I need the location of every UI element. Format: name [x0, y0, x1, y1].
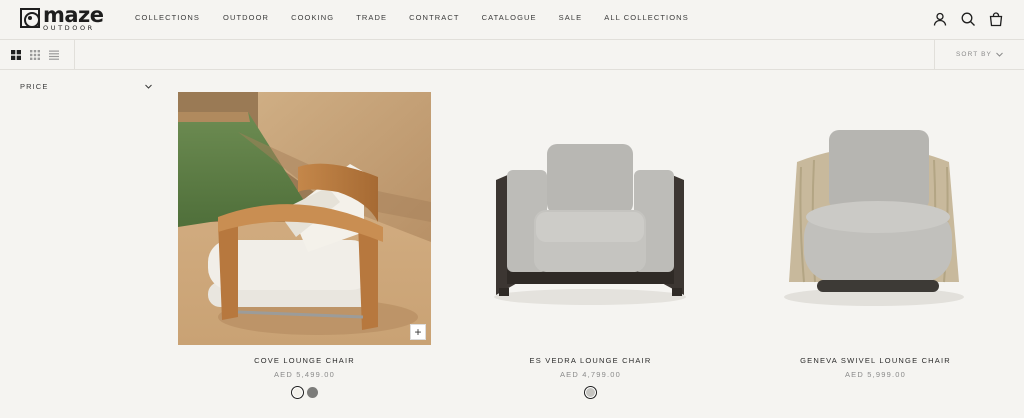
sort-label: SORT BY — [956, 51, 992, 58]
product-image[interactable] — [464, 92, 717, 345]
nav-item-cooking[interactable]: COOKING — [291, 13, 334, 22]
main-nav: COLLECTIONS OUTDOOR COOKING TRADE CONTRA… — [135, 13, 689, 22]
color-swatches — [178, 387, 431, 398]
product-image[interactable]: + — [178, 92, 431, 345]
chevron-down-icon — [145, 84, 152, 89]
brand-name: maze — [43, 3, 104, 27]
sort-dropdown[interactable]: SORT BY — [934, 40, 1024, 69]
product-name[interactable]: COVE LOUNGE CHAIR — [178, 356, 431, 365]
site-header: maze OUTDOOR COLLECTIONS OUTDOOR COOKING… — [0, 0, 1024, 40]
list-icon[interactable] — [49, 50, 59, 60]
bag-icon[interactable] — [988, 11, 1004, 27]
view-toggles — [0, 40, 75, 69]
nav-item-catalogue[interactable]: CATALOGUE — [482, 13, 537, 22]
product-price: AED 5,999.00 — [844, 370, 907, 379]
es-vedra-lounge-chair-image — [464, 92, 717, 345]
nav-item-all-collections[interactable]: ALL COLLECTIONS — [604, 13, 689, 22]
filter-price-label: PRICE — [20, 81, 49, 91]
nav-item-outdoor[interactable]: OUTDOOR — [223, 13, 269, 22]
swatch-white[interactable] — [291, 387, 303, 398]
quick-add-button[interactable]: + — [410, 324, 426, 340]
product-card: GENEVA SWIVEL LOUNGE CHAIR AED 5,999.00 — [749, 92, 1002, 379]
collection-toolbar: SORT BY — [0, 40, 1024, 70]
nav-item-sale[interactable]: SALE — [559, 13, 583, 22]
product-card: + COVE LOUNGE CHAIR AED 5,499.00 — [178, 92, 431, 398]
product-name[interactable]: ES VEDRA LOUNGE CHAIR — [464, 356, 717, 365]
product-card: ES VEDRA LOUNGE CHAIR AED 4,799.00 — [464, 92, 717, 398]
brand-logo[interactable]: maze OUTDOOR — [20, 3, 104, 32]
grid-large-icon[interactable] — [11, 49, 21, 60]
product-image[interactable] — [749, 92, 1002, 345]
filter-price[interactable]: PRICE — [20, 80, 152, 92]
swatch-grey[interactable] — [306, 387, 318, 398]
chevron-down-icon — [996, 52, 1003, 57]
search-icon[interactable] — [960, 11, 976, 27]
geneva-swivel-lounge-chair-image — [749, 92, 1002, 345]
cove-lounge-chair-image — [178, 92, 431, 345]
brand-tagline: OUTDOOR — [43, 24, 95, 32]
grid-small-icon[interactable] — [30, 49, 40, 60]
color-swatches — [464, 387, 717, 398]
swatch-grey[interactable] — [585, 387, 596, 398]
nav-item-trade[interactable]: TRADE — [356, 13, 387, 22]
product-price: AED 4,799.00 — [559, 370, 622, 379]
product-name[interactable]: GENEVA SWIVEL LOUNGE CHAIR — [749, 356, 1002, 365]
product-price: AED 5,499.00 — [273, 370, 336, 379]
header-actions — [932, 11, 1004, 27]
nav-item-contract[interactable]: CONTRACT — [409, 13, 459, 22]
maze-logo-icon — [20, 8, 40, 28]
account-icon[interactable] — [932, 11, 948, 27]
nav-item-collections[interactable]: COLLECTIONS — [135, 13, 200, 22]
